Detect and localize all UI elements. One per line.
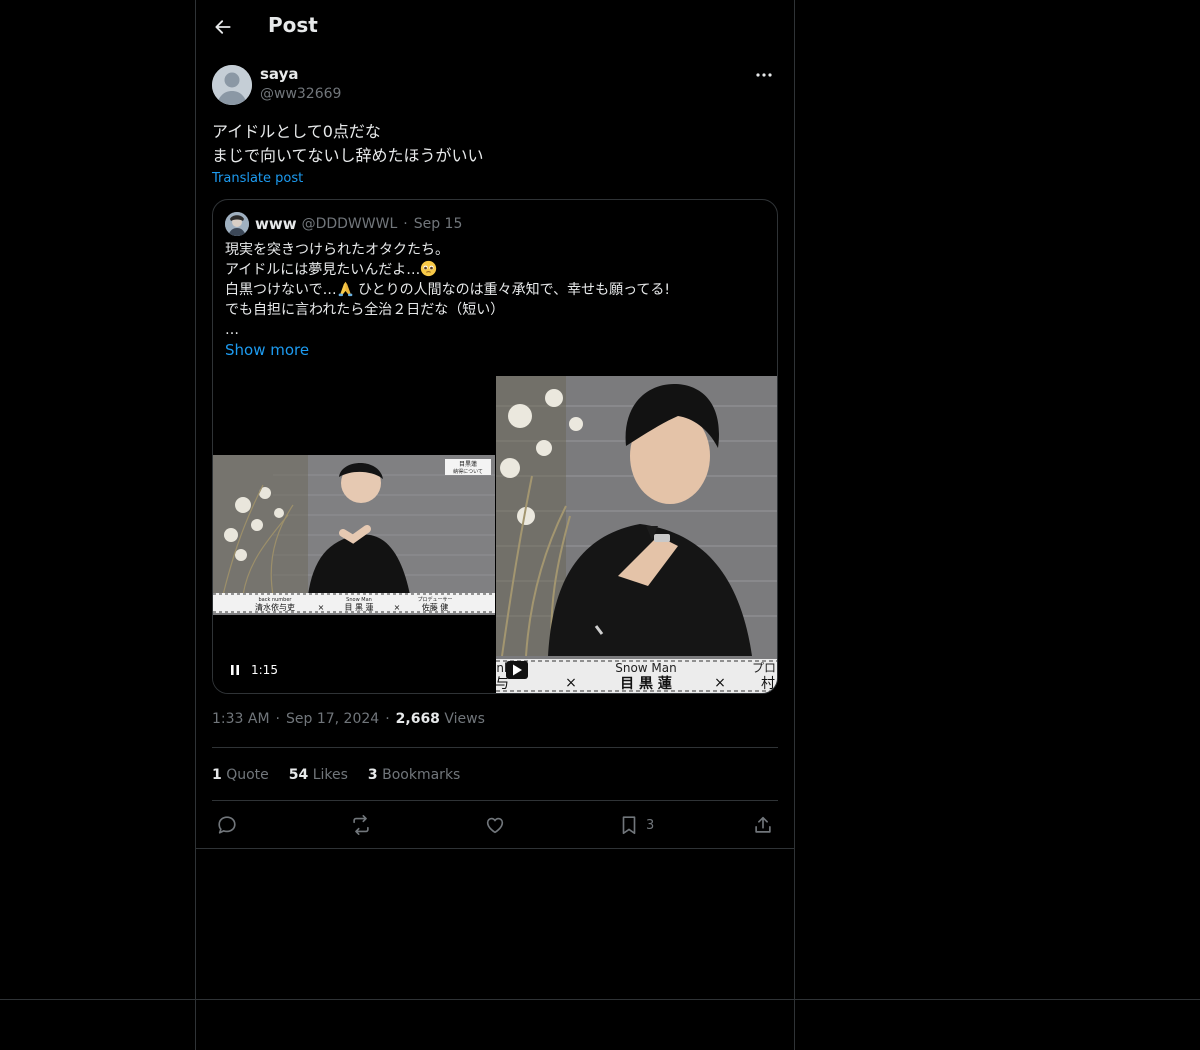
video-duration: 1:15 bbox=[251, 663, 278, 677]
quoted-author-handle: @DDDWWWL bbox=[301, 216, 398, 232]
quoted-date: Sep 15 bbox=[413, 216, 463, 232]
image-name-right: 村 bbox=[761, 676, 775, 692]
quoted-video[interactable]: 目黒蓮 納得について back number Snow Man プロデューサー … bbox=[213, 376, 495, 693]
views-label: Views bbox=[444, 711, 485, 727]
column-border-right bbox=[794, 0, 795, 1050]
meta-separator: · bbox=[275, 711, 280, 727]
repost-button[interactable] bbox=[350, 811, 372, 839]
post-time[interactable]: 1:33 AM bbox=[212, 711, 270, 727]
more-options-button[interactable] bbox=[752, 67, 776, 83]
image-band-right: プロ bbox=[752, 661, 776, 675]
quoted-image[interactable]: Snow Man nb プロ 目 黒 蓮 与 村 × × bbox=[496, 376, 777, 693]
author-name[interactable]: saya bbox=[260, 65, 299, 83]
video-names-2: 目 黒 蓮 bbox=[344, 602, 373, 612]
video-frame-image: 目黒蓮 納得について back number Snow Man プロデューサー … bbox=[213, 455, 495, 615]
quoted-author-avatar bbox=[225, 212, 249, 236]
bookmarks-stat[interactable]: 3 Bookmarks bbox=[368, 767, 460, 783]
bookmark-button[interactable]: 3 bbox=[618, 811, 654, 839]
avatar[interactable] bbox=[212, 65, 252, 105]
quoted-image-photo: Snow Man nb プロ 目 黒 蓮 与 村 × × bbox=[496, 376, 777, 693]
quoted-author-name: www bbox=[255, 215, 297, 233]
reply-icon bbox=[218, 816, 236, 834]
post-timestamp: 1:33 AM · Sep 17, 2024 · 2,668 Views bbox=[212, 711, 485, 727]
video-band-3: プロデューサー bbox=[418, 596, 453, 603]
post-bottom-divider bbox=[196, 848, 794, 849]
page-bottom-divider bbox=[0, 999, 1200, 1000]
quoted-post-header: www @DDDWWWL · Sep 15 bbox=[225, 212, 462, 236]
likes-stat[interactable]: 54 Likes bbox=[289, 767, 348, 783]
page-title: Post bbox=[268, 13, 318, 37]
quoted-post[interactable]: www @DDDWWWL · Sep 15 現実を突きつけられたオタクたち。 ア… bbox=[212, 199, 778, 694]
image-cross-1: × bbox=[565, 675, 577, 691]
quoted-avatar-photo bbox=[225, 212, 249, 236]
image-names: 目 黒 蓮 bbox=[620, 675, 672, 692]
post-stats: 1 Quote 54 Likes 3 Bookmarks bbox=[212, 765, 480, 785]
share-icon bbox=[755, 816, 771, 833]
quoted-text: 現実を突きつけられたオタクたち。 アイドルには夢見たいんだよ… 白黒つけないで…… bbox=[225, 240, 765, 340]
translate-post-link[interactable]: Translate post bbox=[212, 171, 303, 186]
video-cross-1: × bbox=[318, 603, 325, 612]
post-text: アイドルとして0点だな まじで向いてないし辞めたほうがいい bbox=[212, 120, 778, 168]
video-controls[interactable]: 1:15 bbox=[229, 660, 278, 680]
post-text-line: まじで向いてないし辞めたほうがいい bbox=[212, 146, 484, 165]
author-handle[interactable]: @ww32669 bbox=[260, 86, 341, 102]
image-name-left: 与 bbox=[496, 676, 509, 692]
video-names-3: 佐藤 健 bbox=[422, 602, 449, 612]
quoted-text-line: 白黒つけないで… ひとりの人間なのは重々承知で、幸せも願ってる! bbox=[225, 281, 670, 298]
views-count: 2,668 bbox=[395, 711, 440, 727]
quoted-text-line: アイドルには夢見たいんだよ… bbox=[225, 260, 765, 280]
divider bbox=[212, 800, 778, 801]
quoted-text-line: … bbox=[225, 322, 239, 338]
folded-hands-emoji-icon bbox=[338, 281, 352, 297]
heart-icon bbox=[486, 817, 504, 834]
bookmark-count: 3 bbox=[646, 817, 655, 833]
more-horizontal-icon bbox=[756, 73, 772, 77]
video-names-1: 清水依与吏 bbox=[255, 602, 295, 612]
share-button[interactable] bbox=[752, 811, 774, 839]
arrow-left-icon bbox=[215, 20, 231, 34]
image-band: Snow Man bbox=[615, 661, 677, 675]
bookmark-icon bbox=[622, 816, 636, 835]
meta-separator: · bbox=[385, 711, 390, 727]
like-button[interactable] bbox=[484, 811, 506, 839]
video-frame: 目黒蓮 納得について back number Snow Man プロデューサー … bbox=[213, 455, 495, 615]
quoted-separator: · bbox=[403, 216, 408, 232]
video-cross-2: × bbox=[394, 603, 401, 612]
divider bbox=[212, 747, 778, 748]
back-button[interactable] bbox=[210, 14, 236, 40]
quotes-stat[interactable]: 1 Quote bbox=[212, 767, 269, 783]
video-caption-top: 目黒蓮 bbox=[459, 460, 477, 468]
repost-icon bbox=[353, 815, 369, 835]
image-cross-2: × bbox=[714, 675, 726, 691]
quoted-text-line: 現実を突きつけられたオタクたち。 bbox=[225, 242, 449, 258]
post-text-line: アイドルとして0点だな bbox=[212, 122, 381, 141]
default-avatar-icon bbox=[212, 65, 252, 105]
show-more-link[interactable]: Show more bbox=[225, 341, 309, 359]
column-border-left bbox=[195, 0, 196, 1050]
reply-button[interactable] bbox=[216, 811, 238, 839]
quoted-text-line: でも自担に言われたら全治２日だな（短い） bbox=[225, 302, 505, 318]
pause-icon[interactable] bbox=[229, 664, 241, 676]
post-date[interactable]: Sep 17, 2024 bbox=[286, 711, 379, 727]
post-author: saya @ww32669 bbox=[212, 65, 778, 107]
pleading-face-emoji-icon bbox=[421, 260, 437, 277]
post-actions: 3 bbox=[212, 811, 778, 839]
page-header: Post bbox=[196, 0, 794, 54]
video-caption-sub: 納得について bbox=[453, 468, 483, 475]
